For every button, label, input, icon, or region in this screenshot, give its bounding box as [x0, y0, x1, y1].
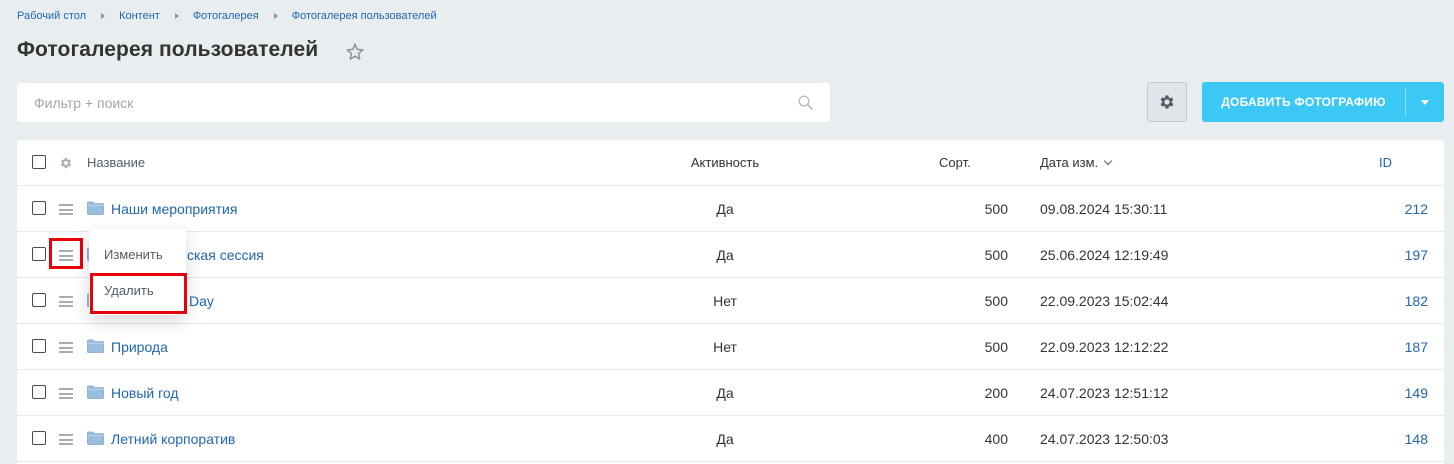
breadcrumb-user-photogallery[interactable]: Фотогалерея пользователей [292, 10, 437, 22]
row-sort: 500 [984, 201, 1008, 217]
row-sort: 400 [984, 431, 1008, 447]
highlight-row-menu [49, 238, 83, 269]
row-active: Нет [713, 339, 737, 355]
folder-icon [87, 431, 104, 445]
column-header-date[interactable]: Дата изм. [1040, 140, 1113, 186]
column-header-sort[interactable]: Сорт. [939, 140, 971, 186]
breadcrumb: Рабочий стол Контент Фотогалерея Фотогал… [17, 10, 437, 22]
row-checkbox[interactable] [32, 293, 46, 307]
row-actions-menu-icon[interactable] [59, 388, 73, 399]
row-checkbox[interactable] [32, 385, 46, 399]
column-header-date-label: Дата изм. [1040, 155, 1099, 170]
search-icon[interactable] [798, 95, 813, 110]
breadcrumb-photogallery[interactable]: Фотогалерея [193, 10, 259, 22]
folder-icon [87, 385, 104, 399]
breadcrumb-separator-icon [273, 13, 278, 19]
folder-icon [87, 201, 104, 215]
row-active: Нет [713, 293, 737, 309]
row-actions-menu-icon[interactable] [59, 342, 73, 353]
row-date: 09.08.2024 15:30:11 [1040, 201, 1168, 217]
column-settings-gear-icon[interactable] [59, 156, 73, 170]
table-row[interactable]: Новый год Да 200 24.07.2023 12:51:12 149 [17, 370, 1444, 416]
row-sort: 200 [984, 385, 1008, 401]
column-header-id[interactable]: ID [1379, 140, 1392, 186]
row-name-link[interactable]: Day [189, 278, 214, 324]
row-active: Да [716, 431, 734, 447]
row-sort: 500 [984, 293, 1008, 309]
add-photo-button[interactable]: ДОБАВИТЬ ФОТОГРАФИЮ [1202, 82, 1444, 122]
row-date: 25.06.2024 12:19:49 [1040, 247, 1169, 263]
menu-item-edit[interactable]: Изменить [89, 237, 186, 273]
row-checkbox[interactable] [32, 339, 46, 353]
row-id[interactable]: 187 [1357, 324, 1428, 370]
table-row[interactable]: ская сессия Да 500 25.06.2024 12:19:49 1… [17, 232, 1444, 278]
row-name-link[interactable]: Природа [111, 324, 168, 370]
row-sort: 500 [984, 247, 1008, 263]
search-input[interactable] [17, 83, 777, 122]
row-date: 22.09.2023 15:02:44 [1040, 293, 1169, 309]
row-actions-menu-icon[interactable] [59, 434, 73, 445]
row-date: 24.07.2023 12:50:03 [1040, 431, 1169, 447]
table-row[interactable]: Природа Нет 500 22.09.2023 12:12:22 187 [17, 324, 1444, 370]
breadcrumb-desktop[interactable]: Рабочий стол [17, 10, 86, 22]
row-checkbox[interactable] [32, 201, 46, 215]
column-header-active[interactable]: Активность [671, 140, 779, 186]
row-active: Да [716, 385, 734, 401]
table-header: Название Активность Сорт. Дата изм. ID [17, 140, 1444, 186]
row-id[interactable]: 149 [1357, 370, 1428, 416]
row-name-link[interactable]: ская сессия [187, 232, 264, 278]
breadcrumb-separator-icon [101, 13, 106, 19]
star-icon[interactable] [345, 42, 365, 62]
row-active: Да [716, 247, 734, 263]
breadcrumb-content[interactable]: Контент [119, 10, 160, 22]
photo-grid-table: Название Активность Сорт. Дата изм. ID Н… [17, 140, 1444, 464]
caret-down-icon [1421, 99, 1429, 105]
row-date: 22.09.2023 12:12:22 [1040, 339, 1169, 355]
add-photo-label: ДОБАВИТЬ ФОТОГРАФИЮ [1221, 95, 1386, 109]
row-id[interactable]: 148 [1357, 416, 1428, 462]
row-id[interactable]: 212 [1357, 186, 1428, 232]
table-row[interactable]: Day Нет 500 22.09.2023 15:02:44 182 [17, 278, 1444, 324]
table-row[interactable]: Наши мероприятия Да 500 09.08.2024 15:30… [17, 186, 1444, 232]
row-sort: 500 [984, 339, 1008, 355]
column-header-name[interactable]: Название [87, 140, 145, 186]
row-date: 24.07.2023 12:51:12 [1040, 385, 1169, 401]
row-checkbox[interactable] [32, 247, 46, 261]
row-actions-menu-icon[interactable] [59, 296, 73, 307]
table-row[interactable]: Летний корпоратив Да 400 24.07.2023 12:5… [17, 416, 1444, 462]
row-id[interactable]: 197 [1357, 232, 1428, 278]
select-all-checkbox[interactable] [32, 155, 46, 169]
folder-icon [87, 339, 104, 353]
row-name-link[interactable]: Летний корпоратив [111, 416, 235, 462]
add-photo-dropdown[interactable] [1406, 82, 1444, 122]
row-active: Да [716, 201, 734, 217]
row-name-link[interactable]: Новый год [111, 370, 179, 416]
gear-icon [1160, 95, 1174, 109]
breadcrumb-separator-icon [174, 13, 179, 19]
row-id[interactable]: 182 [1357, 278, 1428, 324]
row-name-link[interactable]: Наши мероприятия [111, 186, 237, 232]
row-checkbox[interactable] [32, 431, 46, 445]
page-title: Фотогалерея пользователей [17, 38, 319, 61]
filter-search-box[interactable] [17, 83, 830, 122]
highlight-delete-item [90, 273, 187, 314]
settings-button[interactable] [1147, 82, 1187, 122]
sort-chevron-down-icon [1103, 156, 1113, 166]
row-actions-menu-icon[interactable] [59, 204, 73, 215]
